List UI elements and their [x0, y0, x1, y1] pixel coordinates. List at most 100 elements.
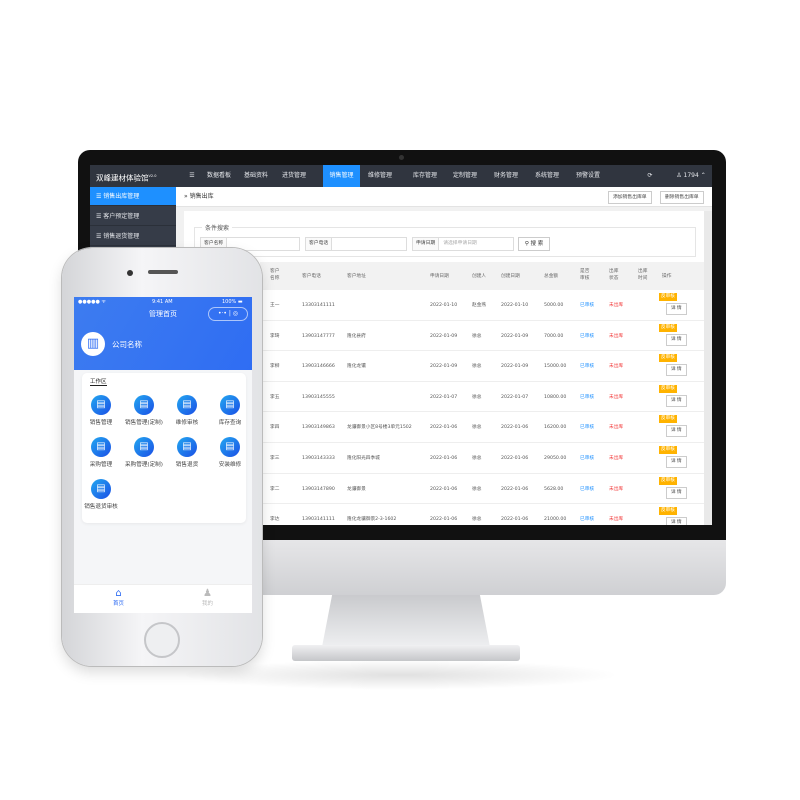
table-cell: 29050.00	[544, 456, 567, 461]
unaudit-button[interactable]: 反审核	[659, 476, 677, 485]
detail-button[interactable]: 详 情	[666, 456, 687, 468]
detail-button[interactable]: 详 情	[666, 333, 687, 346]
nav-item[interactable]: 定制管理	[444, 165, 486, 187]
table-row: 李二 13903147890 龙骧御景 2022-01-06 徐总 2022-01-06 5…	[260, 473, 704, 505]
table-cell: 李达	[270, 517, 280, 523]
detail-button[interactable]: 详 情	[666, 394, 687, 407]
nav-item[interactable]: 预警设置	[568, 165, 608, 187]
placeholder: 请选择申请日期	[443, 241, 477, 246]
table-row: 李五 13903145555 2022-01-07 徐总 2022-01-07 10800…	[260, 381, 704, 413]
nav-item[interactable]: 财务管理	[486, 165, 526, 187]
table-cell: 21000.00	[544, 517, 567, 523]
user-icon: ♟	[203, 588, 212, 599]
table-cell: 已审核	[580, 456, 595, 461]
mobile-header: ●●●●● ᯤ 9:41 AM 100% ▬ 管理首页 •·• | ◎ ▥ 公司…	[74, 297, 252, 370]
user-menu[interactable]: ♙ 1794 ⌃	[670, 165, 712, 187]
tile-edit-document[interactable]: ▤ 销售管理(定制)	[123, 395, 165, 426]
sidebar-item[interactable]: ☰ 客户预定管理	[90, 207, 176, 226]
customer-phone-input[interactable]: 客户电话	[305, 237, 407, 251]
table-cell: 2022-01-09	[501, 333, 529, 339]
table-cell: 13903147777	[302, 333, 335, 339]
table-cell: 徐总	[472, 517, 482, 523]
refresh-icon[interactable]: ⟳	[630, 165, 670, 187]
apply-date-input[interactable]: 申请日期 请选择申请日期	[412, 237, 514, 251]
table-cell: 已审核	[580, 425, 595, 431]
nav-item[interactable]: 销售管理	[323, 165, 360, 187]
capsule-menu-button[interactable]: •·• | ◎	[208, 307, 248, 321]
column-header: 客户地址	[347, 274, 366, 279]
tile-box[interactable]: ▤ 库存查询	[209, 395, 251, 426]
table-cell: 13303141111	[302, 303, 335, 308]
table-cell: 13903146666	[302, 364, 335, 370]
user-id: 1794	[683, 172, 699, 179]
detail-button[interactable]: 详 情	[666, 364, 687, 377]
tile-search-document[interactable]: ▤ 维修审核	[166, 395, 208, 426]
sidebar-item[interactable]: ☰ 销售出库管理	[90, 187, 176, 206]
detail-button[interactable]: 详 情	[666, 303, 687, 315]
nav-item[interactable]: 基础资料	[238, 165, 274, 187]
table-cell: 2022-01-09	[430, 364, 458, 370]
unaudit-button[interactable]: 反审核	[659, 293, 677, 301]
breadcrumb-label: 销售出库	[189, 193, 214, 200]
column-header: 客户电话	[302, 274, 321, 279]
search-button[interactable]: ⚲ 搜 索	[518, 237, 550, 251]
tile-return-audit[interactable]: ▤ 销售退货审核	[80, 479, 122, 510]
tab-home[interactable]: ⌂ 首页	[74, 588, 163, 607]
table-cell: 龙骧御景小区8号楼3单元1502	[347, 425, 412, 431]
unaudit-button[interactable]: 反审核	[659, 415, 677, 424]
table-row: 李三 13903143333 隆化阳光四季城 2022-01-06 徐总 2022-01-…	[260, 443, 704, 474]
table-cell: 2022-01-06	[501, 517, 529, 523]
detail-button[interactable]: 详 情	[666, 517, 687, 525]
table-cell: 2022-01-09	[430, 333, 458, 339]
company-name: 公司名称	[112, 340, 142, 349]
nav-menu-icon[interactable]: ☰	[184, 165, 200, 187]
nav-item[interactable]: 系统管理	[526, 165, 568, 187]
return-audit-icon: ▤	[91, 479, 111, 499]
unaudit-button[interactable]: 反审核	[659, 323, 677, 332]
add-sales-out-button[interactable]: 添加销售出库单	[608, 191, 652, 204]
signal-icon: ●●●●● ᯤ	[78, 299, 106, 305]
tile-label: 销售管理	[89, 420, 113, 426]
unaudit-button[interactable]: 反审核	[659, 384, 677, 393]
table-row: 王一 13303141111 2022-01-10 赵金燕 2022-01-10 5000…	[260, 290, 704, 321]
nav-item[interactable]: 维修管理	[360, 165, 400, 187]
column-header: 申请日期	[430, 274, 449, 279]
tile-document[interactable]: ▤ 销售管理	[80, 395, 122, 426]
table-cell: 7000.00	[544, 333, 564, 339]
scrollbar[interactable]	[704, 211, 712, 525]
detail-button[interactable]: 详 情	[666, 486, 687, 499]
table-cell: 李柳	[270, 364, 280, 370]
table-cell: 隆化阳光四季城	[347, 456, 380, 461]
workspace-title: 工作区	[90, 379, 107, 386]
table-cell: 已审核	[580, 364, 595, 370]
nav-item[interactable]: 数据看板	[200, 165, 238, 187]
home-button[interactable]	[144, 622, 180, 658]
tile-label: 销售退货审核	[84, 504, 118, 510]
table-cell: 未出库	[609, 425, 624, 431]
table-row: 李四 13903149863 龙骧御景小区8号楼3单元1502 2022-01-06 徐…	[260, 412, 704, 443]
delete-sales-out-button[interactable]: 删除销售出库单	[660, 191, 704, 204]
unaudit-button[interactable]: 反审核	[659, 354, 677, 363]
sidebar-item[interactable]: ☰ 销售退货管理	[90, 227, 176, 246]
table-cell: 徐总	[472, 333, 482, 339]
edit-document-icon: ▤	[134, 395, 154, 415]
search-document-icon: ▤	[177, 395, 197, 415]
tile-worker[interactable]: ▤ 安装维修	[209, 437, 251, 468]
phone-camera	[127, 270, 133, 276]
tile-purchase-custom[interactable]: ▤ 采购管理(定制)	[123, 437, 165, 468]
nav-item[interactable]: 进货管理	[274, 165, 314, 187]
column-header: 出库状态	[609, 269, 619, 281]
tile-return[interactable]: ▤ 销售退货	[166, 437, 208, 468]
tile-label: 销售管理(定制)	[125, 420, 163, 426]
apple-logo-icon	[386, 546, 418, 582]
unaudit-button[interactable]: 反审核	[659, 507, 677, 516]
tile-purchase[interactable]: ▤ 采购管理	[80, 437, 122, 468]
table-cell: 未出库	[609, 303, 624, 308]
unaudit-button[interactable]: 反审核	[659, 446, 677, 454]
detail-button[interactable]: 详 情	[666, 425, 687, 438]
tab-user[interactable]: ♟ 我的	[163, 588, 252, 607]
tile-label: 销售退货	[175, 462, 199, 468]
table-cell: 16200.00	[544, 425, 567, 431]
nav-item[interactable]: 库存管理	[406, 165, 444, 187]
search-label: 搜 索	[530, 241, 544, 247]
